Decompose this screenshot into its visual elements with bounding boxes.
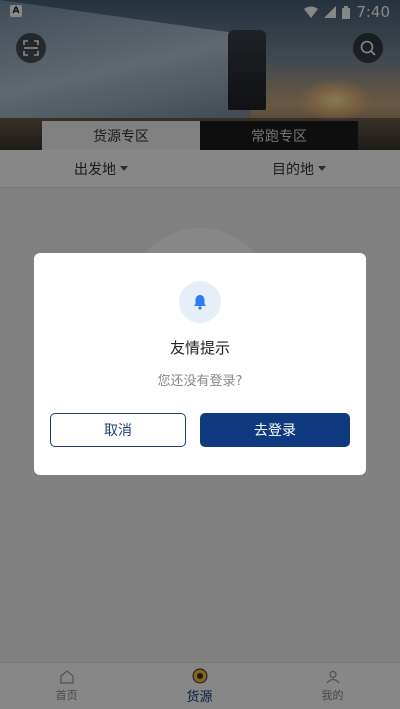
bell-icon	[194, 295, 206, 310]
login-prompt-dialog: 友情提示 您还没有登录? 取消 去登录	[34, 253, 366, 475]
bell-badge	[179, 281, 221, 323]
dialog-message: 您还没有登录?	[157, 374, 243, 389]
dialog-title: 友情提示	[169, 339, 230, 357]
cancel-button[interactable]: 取消	[50, 413, 186, 447]
go-login-button[interactable]: 去登录	[200, 413, 350, 447]
